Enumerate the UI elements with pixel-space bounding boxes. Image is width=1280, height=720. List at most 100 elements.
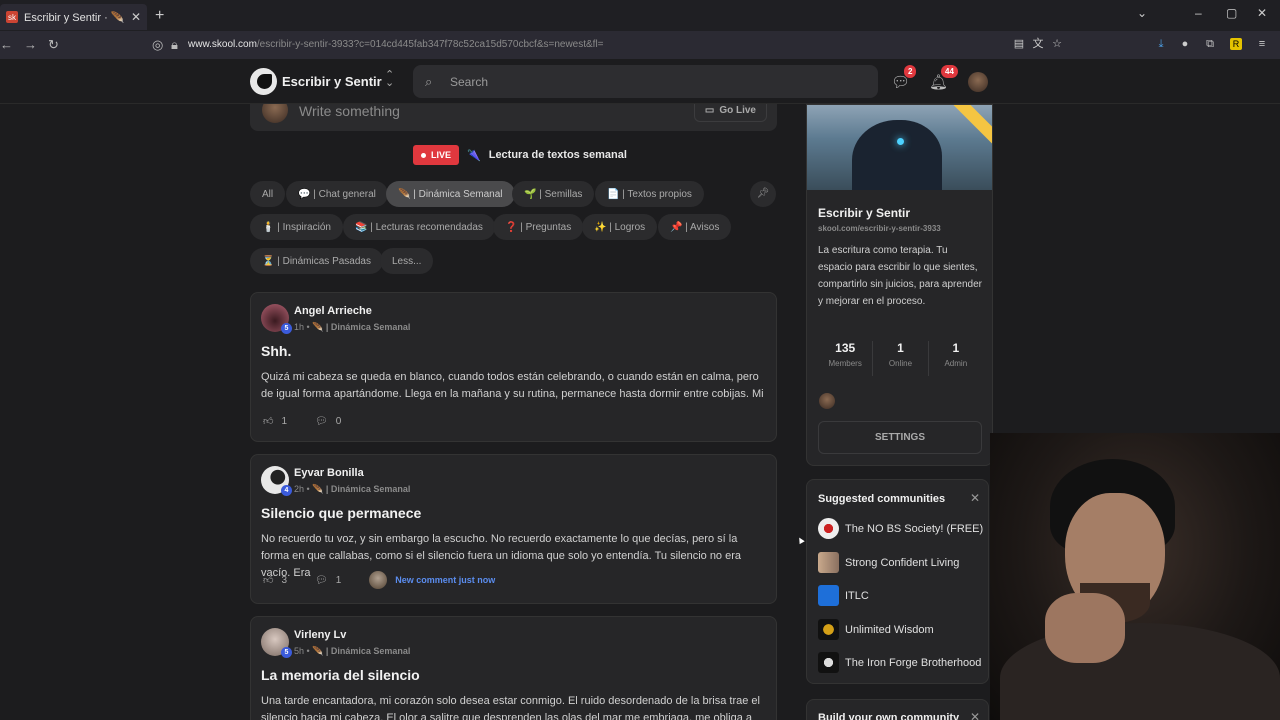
category-all[interactable]: All bbox=[250, 181, 286, 207]
suggested-item[interactable]: The Iron Forge Brotherhood bbox=[818, 652, 981, 673]
category-dinamicas-pasadas[interactable]: ⏳ | Dinámicas Pasadas bbox=[250, 248, 383, 274]
post-excerpt: Una tarde encantadora, mi corazón solo d… bbox=[261, 695, 760, 720]
community-name[interactable]: Escribir y Sentir bbox=[282, 74, 382, 89]
browser-tab[interactable]: sk Escribir y Sentir · 🪶 | Dinámica ✕ bbox=[0, 4, 147, 30]
commenter-avatar bbox=[369, 571, 388, 589]
suggested-item[interactable]: The NO BS Society! (FREE) bbox=[818, 518, 983, 539]
comment-icon[interactable]: 💬︎ bbox=[315, 575, 328, 586]
close-icon[interactable]: ✕ bbox=[970, 491, 980, 505]
admin-avatar[interactable] bbox=[819, 393, 835, 409]
forward-icon[interactable]: → bbox=[24, 37, 37, 52]
author-name[interactable]: Eyvar Bonilla bbox=[294, 467, 364, 479]
post-meta: 1h • 🪶 | Dinámica Semanal bbox=[294, 322, 411, 332]
post-card[interactable]: 4 Eyvar Bonilla 2h • 🪶 | Dinámica Semana… bbox=[250, 454, 777, 604]
new-tab-icon[interactable]: + bbox=[155, 7, 164, 25]
category-preguntas[interactable]: ❓ | Preguntas bbox=[493, 214, 584, 240]
comment-count: 1 bbox=[335, 574, 342, 586]
search-icon: ⌕ bbox=[425, 74, 433, 89]
bookmark-star-icon[interactable]: ☆ bbox=[1051, 38, 1063, 50]
category-avisos[interactable]: 📌 | Avisos bbox=[658, 214, 732, 240]
account-icon[interactable]: ● bbox=[1179, 38, 1191, 50]
author-name[interactable]: Angel Arrieche bbox=[294, 305, 372, 317]
build-community-card[interactable]: Build your own community ✕ bbox=[806, 699, 989, 720]
suggested-communities-card: Suggested communities ✕ The NO BS Societ… bbox=[806, 479, 989, 684]
community-logo[interactable] bbox=[250, 68, 277, 95]
community-card-name: Escribir y Sentir bbox=[818, 206, 911, 220]
post-meta: 5h • 🪶 | Dinámica Semanal bbox=[294, 646, 411, 656]
post-meta: 2h • 🪶 | Dinámica Semanal bbox=[294, 484, 411, 494]
switch-community-icon[interactable]: ⌃ ⌄ bbox=[385, 70, 394, 89]
level-badge: 4 bbox=[281, 485, 292, 496]
comment-icon[interactable]: 💬︎ bbox=[315, 416, 328, 427]
stat-online[interactable]: 1 Online bbox=[873, 341, 929, 376]
category-semillas[interactable]: 🌱 | Semillas bbox=[512, 181, 595, 207]
close-tab-icon[interactable]: ✕ bbox=[131, 10, 141, 24]
stat-members[interactable]: 135 Members bbox=[818, 341, 874, 376]
community-cover bbox=[807, 105, 992, 190]
back-icon[interactable]: ← bbox=[0, 37, 13, 52]
community-icon bbox=[818, 518, 839, 539]
extensions-icon[interactable]: ⧉ bbox=[1204, 38, 1216, 50]
shield-icon[interactable]: ◎ bbox=[152, 37, 163, 53]
live-event-bar[interactable]: LIVE 🌂 Lectura de textos semanal bbox=[413, 145, 627, 165]
pin-icon[interactable]: 📌︎ bbox=[750, 181, 776, 207]
community-icon bbox=[818, 585, 839, 606]
like-icon[interactable]: 👍︎ bbox=[263, 415, 273, 427]
community-icon bbox=[818, 652, 839, 673]
suggested-item[interactable]: ITLC bbox=[818, 585, 869, 606]
lock-icon[interactable]: 🔒︎ bbox=[171, 37, 178, 53]
download-icon[interactable]: ⤓ bbox=[1155, 38, 1167, 50]
community-card: Escribir y Sentir skool.com/escribir-y-s… bbox=[806, 104, 993, 466]
menu-icon[interactable]: ≡ bbox=[1256, 38, 1268, 50]
reader-icon[interactable]: ▤ bbox=[1013, 38, 1025, 50]
new-comment-link[interactable]: New comment just now bbox=[395, 575, 495, 585]
post-card[interactable]: 5 Angel Arrieche 1h • 🪶 | Dinámica Seman… bbox=[250, 292, 777, 442]
suggested-item[interactable]: Unlimited Wisdom bbox=[818, 619, 934, 640]
community-icon bbox=[818, 552, 839, 573]
suggested-title: Suggested communities bbox=[818, 493, 946, 505]
post-title[interactable]: Shh. bbox=[261, 343, 291, 359]
like-count: 1 bbox=[281, 415, 288, 427]
category-less[interactable]: Less... bbox=[380, 248, 434, 274]
category-textos-propios[interactable]: 📄 | Textos propios bbox=[595, 181, 704, 207]
translate-icon[interactable]: 文 bbox=[1032, 38, 1044, 50]
category-inspiracion[interactable]: 🕯️ | Inspiración bbox=[250, 214, 343, 240]
category-chat-general[interactable]: 💬 | Chat general bbox=[286, 181, 388, 207]
maximize-icon[interactable]: ▢ bbox=[1226, 6, 1237, 20]
address-bar[interactable]: www.skool.com/escribir-y-sentir-3933?c=0… bbox=[188, 39, 604, 50]
post-actions: 👍︎ 3 💬︎ 1 New comment just now bbox=[263, 571, 495, 589]
close-icon[interactable]: ✕ bbox=[970, 710, 980, 720]
search-placeholder: Search bbox=[450, 75, 489, 89]
composer-placeholder: Write something bbox=[299, 103, 400, 119]
post-title[interactable]: Silencio que permanece bbox=[261, 505, 421, 521]
tab-title: Escribir y Sentir · 🪶 | Dinámica bbox=[24, 11, 125, 24]
reload-icon[interactable]: ↻ bbox=[48, 37, 59, 53]
like-icon[interactable]: 👍︎ bbox=[263, 574, 273, 586]
like-count: 3 bbox=[281, 574, 288, 586]
level-badge: 5 bbox=[281, 647, 292, 658]
profile-avatar[interactable] bbox=[968, 72, 988, 92]
post-card[interactable]: 5 Virleny Lv 5h • 🪶 | Dinámica Semanal L… bbox=[250, 616, 777, 720]
community-icon bbox=[818, 619, 839, 640]
level-badge: 5 bbox=[281, 323, 292, 334]
stat-admin[interactable]: 1 Admin bbox=[929, 341, 983, 376]
category-lecturas[interactable]: 📚 | Lecturas recomendadas bbox=[343, 214, 495, 240]
minimize-icon[interactable]: – bbox=[1195, 6, 1202, 20]
category-dinamica-semanal[interactable]: 🪶 | Dinámica Semanal bbox=[386, 181, 515, 207]
post-title[interactable]: La memoria del silencio bbox=[261, 667, 420, 683]
search-input[interactable]: ⌕ Search bbox=[413, 65, 878, 98]
browser-tab-bar: sk Escribir y Sentir · 🪶 | Dinámica ✕ + … bbox=[0, 0, 1280, 31]
author-name[interactable]: Virleny Lv bbox=[294, 629, 346, 641]
close-window-icon[interactable]: ✕ bbox=[1257, 6, 1267, 20]
category-logros[interactable]: ✨ | Logros bbox=[582, 214, 658, 240]
webcam-overlay bbox=[990, 433, 1280, 720]
community-url[interactable]: skool.com/escribir-y-sentir-3933 bbox=[818, 224, 941, 233]
tab-list-icon[interactable]: ⌄ bbox=[1137, 6, 1147, 20]
post-excerpt: Quizá mi cabeza se queda en blanco, cuan… bbox=[261, 371, 764, 400]
chat-badge: 2 bbox=[904, 65, 917, 78]
live-event-title: Lectura de textos semanal bbox=[488, 149, 627, 161]
suggested-item[interactable]: Strong Confident Living bbox=[818, 552, 959, 573]
extension-r-icon[interactable]: R bbox=[1230, 38, 1242, 50]
settings-button[interactable]: SETTINGS bbox=[818, 421, 982, 454]
page: Write something ▭ Go Live Escribir y Sen… bbox=[0, 59, 1280, 720]
